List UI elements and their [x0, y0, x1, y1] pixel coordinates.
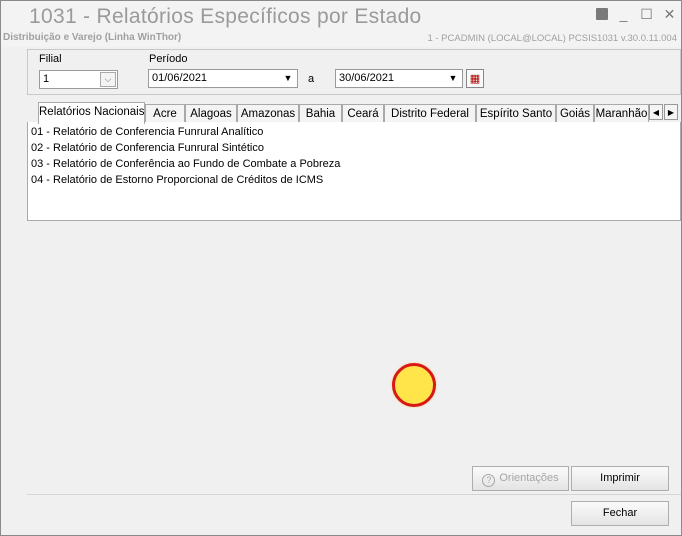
- list-item[interactable]: 02 - Relatório de Conferencia Funrural S…: [28, 140, 680, 156]
- filial-value: 1: [43, 73, 50, 85]
- pin-icon[interactable]: [596, 8, 608, 20]
- filial-label: Filial: [39, 53, 62, 65]
- minimize-button[interactable]: _: [616, 5, 631, 23]
- dropdown-arrow-icon[interactable]: ▼: [280, 71, 296, 86]
- tab-scroll-left-icon[interactable]: ◀: [649, 104, 663, 120]
- date-end-picker[interactable]: 30/06/2021 ▼: [335, 69, 463, 88]
- click-indicator: [392, 363, 436, 407]
- close-button[interactable]: ✕: [662, 5, 677, 23]
- tab-scroll-right-icon[interactable]: ▶: [664, 104, 678, 120]
- app-window: 1031 - Relatórios Específicos por Estado…: [0, 0, 682, 536]
- date-end-value: 30/06/2021: [339, 72, 395, 84]
- window-subtitle: Distribuição e Varejo (Linha WinThor): [3, 32, 182, 43]
- periodo-label: Período: [149, 53, 188, 65]
- dropdown-arrow-icon[interactable]: ▼: [445, 71, 461, 86]
- tab-amazonas[interactable]: Amazonas: [237, 104, 299, 123]
- tab-relatorios-nacionais[interactable]: Relatórios Nacionais: [38, 102, 145, 124]
- date-start-picker[interactable]: 01/06/2021 ▼: [148, 69, 298, 88]
- tab-espirito-santo[interactable]: Espírito Santo: [476, 104, 556, 123]
- maximize-button[interactable]: ☐: [639, 5, 654, 23]
- list-item[interactable]: 04 - Relatório de Estorno Proporcional d…: [28, 172, 680, 188]
- calendar-icon[interactable]: ▦: [466, 69, 484, 88]
- filial-select[interactable]: 1 ⌵: [39, 70, 118, 89]
- fechar-button[interactable]: Fechar: [571, 501, 669, 526]
- report-list: 01 - Relatório de Conferencia Funrural A…: [27, 122, 681, 221]
- tab-bahia[interactable]: Bahia: [299, 104, 342, 123]
- orientacoes-label: Orientações: [499, 472, 559, 484]
- divider: [27, 494, 681, 495]
- question-icon: ?: [482, 474, 496, 487]
- tab-ceara[interactable]: Ceará: [342, 104, 384, 123]
- filters-panel: Filial 1 ⌵ Período 01/06/2021 ▼ a 30/06/…: [27, 49, 681, 95]
- session-info: 1 - PCADMIN (LOCAL@LOCAL) PCSIS1031 v.30…: [427, 33, 677, 44]
- state-tabs: Relatórios Nacionais Acre Alagoas Amazon…: [27, 102, 681, 124]
- imprimir-button[interactable]: Imprimir: [571, 466, 669, 491]
- tab-maranhao[interactable]: Maranhão: [594, 104, 649, 123]
- chevron-down-icon[interactable]: ⌵: [100, 72, 116, 87]
- window-controls: _ ☐ ✕: [596, 5, 677, 23]
- window-title: 1031 - Relatórios Específicos por Estado: [29, 5, 422, 28]
- period-separator: a: [308, 73, 315, 85]
- list-item[interactable]: 03 - Relatório de Conferência ao Fundo d…: [28, 156, 680, 172]
- tab-alagoas[interactable]: Alagoas: [185, 104, 237, 123]
- list-item[interactable]: 01 - Relatório de Conferencia Funrural A…: [28, 124, 680, 140]
- orientacoes-button[interactable]: ? Orientações: [472, 466, 569, 491]
- tab-acre[interactable]: Acre: [145, 104, 185, 123]
- tab-goias[interactable]: Goiás: [556, 104, 594, 123]
- date-start-value: 01/06/2021: [152, 72, 208, 84]
- title-bar: 1031 - Relatórios Específicos por Estado…: [1, 1, 681, 47]
- tab-distrito-federal[interactable]: Distrito Federal: [384, 104, 476, 123]
